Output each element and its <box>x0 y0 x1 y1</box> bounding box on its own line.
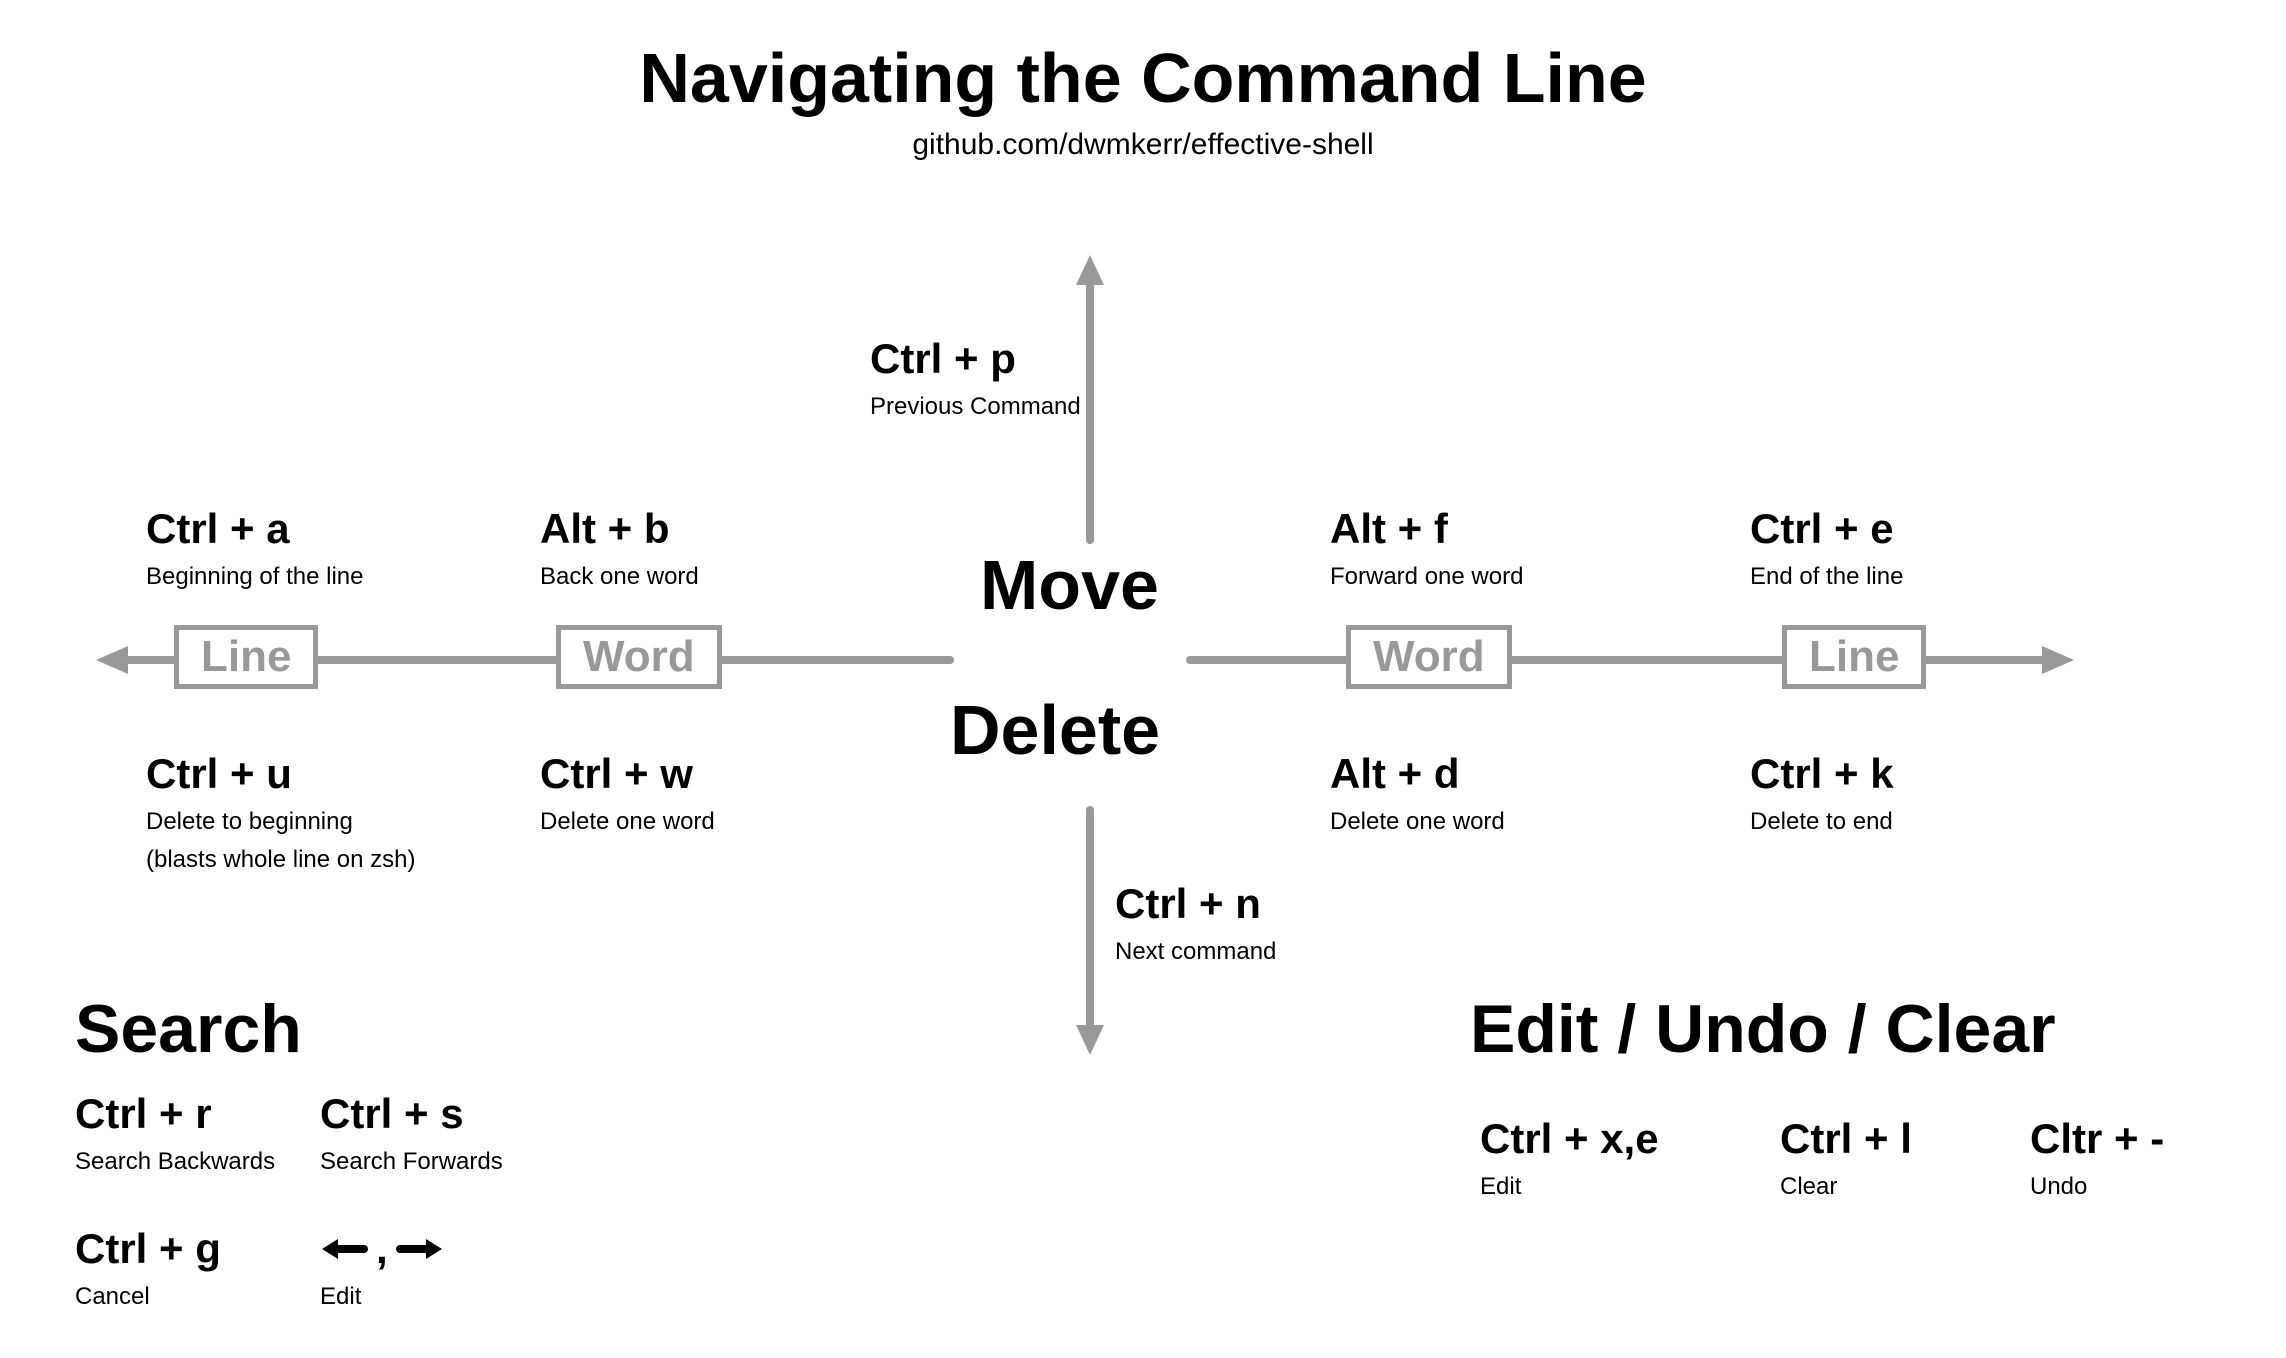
shortcut-desc: Edit <box>320 1283 444 1311</box>
shortcut-desc: Undo <box>2030 1173 2164 1201</box>
shortcut-desc: Cancel <box>75 1283 221 1311</box>
shortcut-desc: Delete one word <box>1330 808 1505 836</box>
axis-box-word-right: Word <box>1346 625 1512 689</box>
page-title: Navigating the Command Line <box>0 38 2286 118</box>
shortcut-ctrl-w: Ctrl + w Delete one word <box>540 750 715 836</box>
shortcut-desc: Forward one word <box>1330 563 1523 591</box>
shortcut-ctrl-xe: Ctrl + x,e Edit <box>1480 1115 1659 1201</box>
arrow-left-icon <box>320 1234 368 1264</box>
shortcut-key: Ctrl + x,e <box>1480 1115 1659 1163</box>
shortcut-key: Cltr + - <box>2030 1115 2164 1163</box>
shortcut-key: Ctrl + e <box>1750 505 1903 553</box>
axis-box-line-right: Line <box>1782 625 1926 689</box>
shortcut-alt-b: Alt + b Back one word <box>540 505 699 591</box>
shortcut-key: Ctrl + g <box>75 1225 221 1273</box>
shortcut-ctrl-r: Ctrl + r Search Backwards <box>75 1090 275 1176</box>
shortcut-ctrl-k: Ctrl + k Delete to end <box>1750 750 1894 836</box>
shortcut-desc: Beginning of the line <box>146 563 364 591</box>
arrows-separator: , <box>376 1225 388 1273</box>
shortcut-key: Ctrl + r <box>75 1090 275 1138</box>
shortcut-key: Ctrl + a <box>146 505 364 553</box>
shortcut-key: Alt + b <box>540 505 699 553</box>
shortcut-desc: Delete to end <box>1750 808 1894 836</box>
axis-box-line-left: Line <box>174 625 318 689</box>
shortcut-ctrl-s: Ctrl + s Search Forwards <box>320 1090 503 1176</box>
shortcut-desc: Delete one word <box>540 808 715 836</box>
shortcut-key: Ctrl + w <box>540 750 715 798</box>
edit-section-heading: Edit / Undo / Clear <box>1470 990 2056 1068</box>
arrow-right-icon <box>396 1234 444 1264</box>
shortcut-ctrl-dash: Cltr + - Undo <box>2030 1115 2164 1201</box>
delete-heading: Delete <box>950 690 1160 770</box>
shortcut-key: Alt + d <box>1330 750 1505 798</box>
shortcut-ctrl-n: Ctrl + n Next command <box>1115 880 1276 966</box>
shortcut-key: Ctrl + n <box>1115 880 1276 928</box>
shortcut-ctrl-p: Ctrl + p Previous Command <box>870 335 1081 421</box>
search-section-heading: Search <box>75 990 302 1068</box>
shortcut-desc-extra: (blasts whole line on zsh) <box>146 846 415 874</box>
shortcut-alt-f: Alt + f Forward one word <box>1330 505 1523 591</box>
shortcut-desc: Search Forwards <box>320 1148 503 1176</box>
shortcut-arrow-keys: , Edit <box>320 1225 444 1311</box>
page-subtitle: github.com/dwmkerr/effective-shell <box>0 128 2286 162</box>
shortcut-key: Ctrl + k <box>1750 750 1894 798</box>
shortcut-key: Ctrl + p <box>870 335 1081 383</box>
shortcut-desc: Search Backwards <box>75 1148 275 1176</box>
shortcut-ctrl-g: Ctrl + g Cancel <box>75 1225 221 1311</box>
shortcut-ctrl-a: Ctrl + a Beginning of the line <box>146 505 364 591</box>
shortcut-desc: Clear <box>1780 1173 1912 1201</box>
shortcut-alt-d: Alt + d Delete one word <box>1330 750 1505 836</box>
shortcut-desc: End of the line <box>1750 563 1903 591</box>
shortcut-desc: Delete to beginning <box>146 808 415 836</box>
shortcut-key: Ctrl + s <box>320 1090 503 1138</box>
shortcut-ctrl-e: Ctrl + e End of the line <box>1750 505 1903 591</box>
shortcut-ctrl-u: Ctrl + u Delete to beginning (blasts who… <box>146 750 415 874</box>
shortcut-desc: Next command <box>1115 938 1276 966</box>
axis-box-word-left: Word <box>556 625 722 689</box>
shortcut-key: Ctrl + l <box>1780 1115 1912 1163</box>
shortcut-desc: Back one word <box>540 563 699 591</box>
shortcut-desc: Edit <box>1480 1173 1659 1201</box>
shortcut-key: Ctrl + u <box>146 750 415 798</box>
shortcut-ctrl-l: Ctrl + l Clear <box>1780 1115 1912 1201</box>
move-heading: Move <box>980 545 1159 625</box>
shortcut-key: , <box>320 1225 444 1273</box>
shortcut-desc: Previous Command <box>870 393 1081 421</box>
shortcut-key: Alt + f <box>1330 505 1523 553</box>
